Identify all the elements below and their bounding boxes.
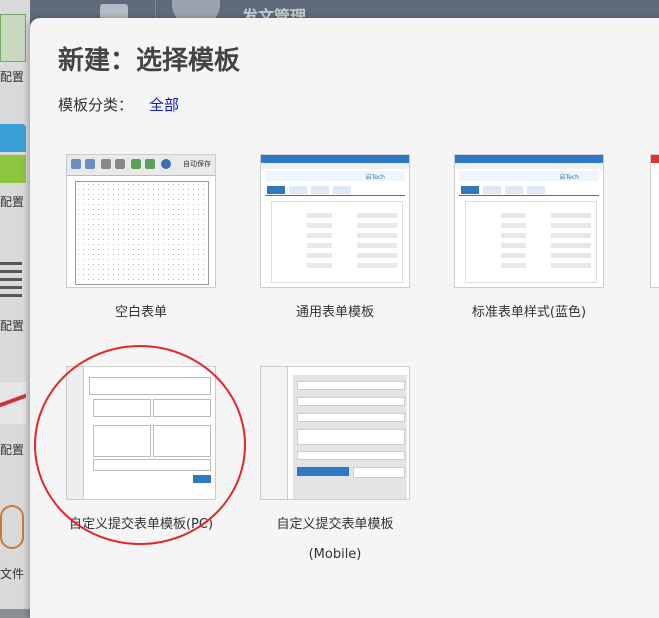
thumb-row <box>471 223 591 228</box>
thumb-tab <box>527 186 545 194</box>
template-name: 空白表单 <box>114 305 167 320</box>
help-icon <box>161 159 171 169</box>
template-dialog: 新建：选择模板 模板分类： 全部 自动保存 空白表单 启Tech 通用表单模板 … <box>30 18 659 618</box>
thumb-button <box>297 467 349 476</box>
export-icon <box>145 159 155 169</box>
thumb-row <box>471 263 591 268</box>
custom-submit-mobile-thumbnail <box>260 366 410 500</box>
blank-form-thumbnail: 自动保存 <box>66 154 216 288</box>
thumb-tab <box>289 186 307 194</box>
thumb-subheader <box>261 163 409 169</box>
design-canvas <box>75 181 209 285</box>
thumb-toolbar: 自动保存 <box>67 155 215 176</box>
thumb-box <box>153 425 211 457</box>
sidebar-item-label[interactable]: 文件 <box>0 565 24 582</box>
thumb-row <box>277 233 397 238</box>
save-icon <box>71 159 81 169</box>
thumb-field <box>297 381 405 390</box>
import-icon <box>131 159 141 169</box>
thumb-row <box>277 243 397 248</box>
print-icon <box>115 159 125 169</box>
template-name: 自定义提交表单模板(PC) <box>68 517 214 532</box>
thumb-row <box>277 223 397 228</box>
thumb-row <box>471 213 591 218</box>
standard-blue-form-thumbnail: 启Tech <box>454 154 604 288</box>
thumb-banner: 启Tech <box>459 171 599 181</box>
template-name-line2: (Mobile) <box>308 547 362 562</box>
sidebar-item-label[interactable]: 配置 <box>0 68 24 85</box>
thumb-button <box>353 467 405 478</box>
sidebar-item-label[interactable]: 配置 <box>0 441 24 458</box>
thumb-tab <box>461 186 479 194</box>
brand-text: 启Tech <box>559 174 579 181</box>
thumb-field <box>297 397 405 406</box>
thumb-tab <box>483 186 501 194</box>
thumb-tab <box>267 186 285 194</box>
thumb-field <box>297 413 405 422</box>
thumb-box <box>89 377 211 395</box>
thumb-field <box>297 429 405 445</box>
save-icon <box>85 159 95 169</box>
thumb-field <box>297 451 405 460</box>
paperclip-icon[interactable] <box>0 505 24 549</box>
left-sidebar: 配置 配置 配置 配置 文件 <box>0 0 30 609</box>
config-grid-icon[interactable] <box>0 14 26 62</box>
sidebar-item-label[interactable]: 配置 <box>0 317 24 334</box>
thumb-button <box>193 475 211 483</box>
template-name: 标准表单样式(蓝色) <box>471 305 587 320</box>
thumb-header <box>261 155 409 163</box>
custom-submit-pc-thumbnail <box>66 366 216 500</box>
thumb-row <box>471 253 591 258</box>
thumb-header <box>651 155 659 163</box>
dialog-title: 新建：选择模板 <box>58 46 241 76</box>
thumb-row <box>277 253 397 258</box>
category-label: 模板分类： <box>58 96 134 114</box>
autosave-text: 自动保存 <box>183 160 211 168</box>
category-filter-all[interactable]: 全部 <box>149 94 179 115</box>
thumb-row <box>471 233 591 238</box>
list-icon[interactable] <box>0 262 22 302</box>
general-form-thumbnail: 启Tech <box>260 154 410 288</box>
thumb-tabs <box>459 185 599 196</box>
green-tile-icon[interactable] <box>0 155 26 183</box>
thumb-tab <box>505 186 523 194</box>
template-name: 自定义提交表单模板 <box>276 517 394 532</box>
sidebar-item-label[interactable]: 配置 <box>0 193 24 210</box>
preview-icon <box>101 159 111 169</box>
brand-text: 启Tech <box>365 174 385 181</box>
thumb-row <box>277 213 397 218</box>
thumb-box <box>153 399 211 417</box>
thumb-box <box>93 425 151 457</box>
template-name: 通用表单模板 <box>295 305 374 320</box>
thumb-row <box>277 263 397 268</box>
pen-icon[interactable] <box>0 382 26 424</box>
blue-tile-icon[interactable] <box>0 124 26 152</box>
template-partial-thumbnail[interactable] <box>650 154 659 288</box>
thumb-sidebar <box>67 367 84 499</box>
thumb-sidebar <box>261 367 288 499</box>
thumb-row <box>471 243 591 248</box>
thumb-tab <box>311 186 329 194</box>
thumb-header <box>455 155 603 163</box>
thumb-banner: 启Tech <box>265 171 405 181</box>
thumb-subheader <box>455 163 603 169</box>
thumb-box <box>93 399 151 417</box>
thumb-tabs <box>265 185 405 196</box>
thumb-box <box>93 459 211 471</box>
thumb-tab <box>333 186 351 194</box>
